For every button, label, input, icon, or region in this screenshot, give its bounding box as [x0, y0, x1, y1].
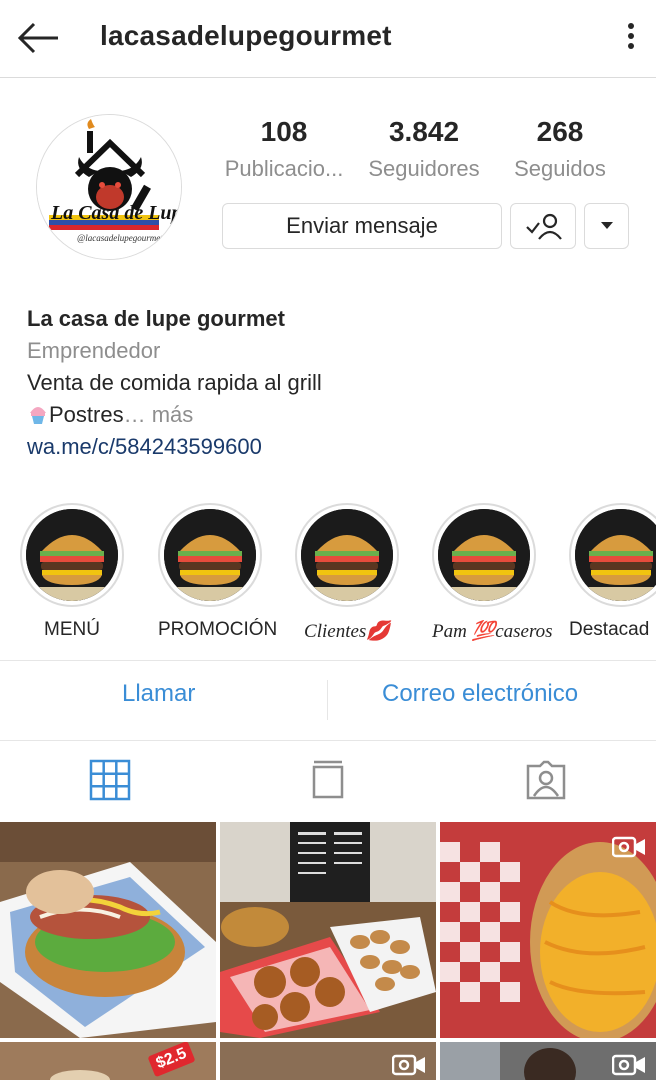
- arrow-left-icon: [17, 22, 58, 54]
- more-dot: [628, 33, 634, 39]
- video-icon: [612, 1054, 645, 1076]
- bio-text-2: Postres… más: [27, 399, 627, 431]
- contact-separator: [327, 680, 328, 720]
- video-icon: [612, 836, 645, 858]
- burger-image: [26, 509, 118, 601]
- tagged-icon: [526, 760, 566, 800]
- highlight-pam-caseros[interactable]: Pam 💯caseros: [432, 503, 553, 643]
- svg-text:La Casa de Lupe: La Casa de Lupe: [50, 202, 182, 224]
- bio-postres: Postres: [49, 402, 124, 427]
- cupcake-icon: [30, 407, 46, 424]
- highlight-label: Pam 💯caseros: [432, 621, 553, 642]
- burger-image: [575, 509, 656, 601]
- post-thumbnail[interactable]: [220, 1042, 436, 1080]
- highlight-menu[interactable]: MENÚ: [20, 503, 124, 641]
- post-thumbnail[interactable]: [440, 822, 656, 1038]
- post-thumbnail[interactable]: $2.5: [0, 1042, 216, 1080]
- highlight-ring: [569, 503, 656, 607]
- following-button[interactable]: [510, 203, 576, 249]
- video-icon: [392, 1054, 425, 1076]
- bio-text: Venta de comida rapida al grill: [27, 370, 322, 395]
- post-thumbnail[interactable]: [0, 822, 216, 1038]
- following-label: Seguidos: [514, 156, 606, 181]
- highlight-promocion[interactable]: PROMOCIÓN: [158, 503, 278, 641]
- followers-count: 3.842: [388, 116, 460, 147]
- highlight-label: Clientes💋: [304, 621, 390, 642]
- burger-image: [301, 509, 393, 601]
- following-count: 268: [536, 116, 584, 147]
- hotdog-photo: [0, 822, 216, 1038]
- suggestions-dropdown-button[interactable]: [584, 203, 629, 249]
- posts-grid: $2.5: [0, 822, 656, 1080]
- svg-text:@lacasadelupegourmet: @lacasadelupegourmet: [77, 233, 163, 243]
- highlight-ring: [432, 503, 536, 607]
- profile-bio: La casa de lupe gourmet Emprendedor Vent…: [27, 303, 627, 463]
- top-bar: lacasadelupegourmet: [0, 0, 656, 78]
- igtv-icon: [312, 760, 344, 799]
- more-vertical-icon: [628, 23, 634, 29]
- burger-image: [164, 509, 256, 601]
- highlight-clientes[interactable]: Clientes💋: [295, 503, 399, 643]
- post-thumbnail[interactable]: [440, 1042, 656, 1080]
- highlight-cover: [301, 509, 393, 601]
- stat-followers[interactable]: 3.842 Seguidores: [362, 116, 486, 182]
- logo-house-bull: La Casa de Lupe @lacasadelupegourmet: [37, 115, 182, 259]
- highlight-cover: [164, 509, 256, 601]
- chevron-down-icon: [600, 222, 613, 229]
- tab-tagged[interactable]: [524, 758, 568, 802]
- call-button[interactable]: Llamar: [122, 680, 195, 708]
- profile-username: lacasadelupegourmet: [100, 20, 392, 51]
- highlight-cover: [438, 509, 530, 601]
- post-thumbnail[interactable]: [220, 822, 436, 1038]
- more-dot: [628, 43, 634, 49]
- highlight-ring: [158, 503, 262, 607]
- bio-more-link[interactable]: … más: [124, 402, 194, 427]
- profile-name: La casa de lupe gourmet: [27, 306, 285, 331]
- posts-count: 108: [260, 116, 308, 147]
- highlight-ring: [20, 503, 124, 607]
- user-check-icon: [526, 213, 562, 240]
- tab-igtv[interactable]: [306, 758, 350, 802]
- highlight-ring: [295, 503, 399, 607]
- highlight-label: Destacad: [569, 619, 650, 640]
- grid-icon: [89, 759, 131, 801]
- divider: [0, 740, 656, 741]
- divider: [0, 660, 656, 661]
- stat-posts[interactable]: 108 Publicacio...: [222, 116, 346, 182]
- send-message-button[interactable]: Enviar mensaje: [222, 203, 502, 249]
- followers-label: Seguidores: [368, 156, 480, 181]
- croquetas-photo: [220, 822, 436, 1038]
- profile-category: Emprendedor: [27, 338, 161, 363]
- email-button[interactable]: Correo electrónico: [382, 680, 578, 708]
- highlight-label: MENÚ: [44, 619, 100, 640]
- highlight-cover: [575, 509, 656, 601]
- highlight-label: PROMOCIÓN: [158, 619, 278, 640]
- posts-label: Publicacio...: [224, 156, 344, 181]
- profile-avatar[interactable]: La Casa de Lupe @lacasadelupegourmet: [36, 114, 182, 260]
- more-options-button[interactable]: [620, 20, 642, 56]
- burger-image: [438, 509, 530, 601]
- back-button[interactable]: [14, 18, 64, 58]
- tab-posts-grid[interactable]: [88, 758, 132, 802]
- highlight-cover: [26, 509, 118, 601]
- highlight-destacadas[interactable]: Destacad: [569, 503, 656, 641]
- stat-following[interactable]: 268 Seguidos: [500, 116, 620, 182]
- bio-website-link[interactable]: wa.me/c/584243599600: [27, 431, 627, 463]
